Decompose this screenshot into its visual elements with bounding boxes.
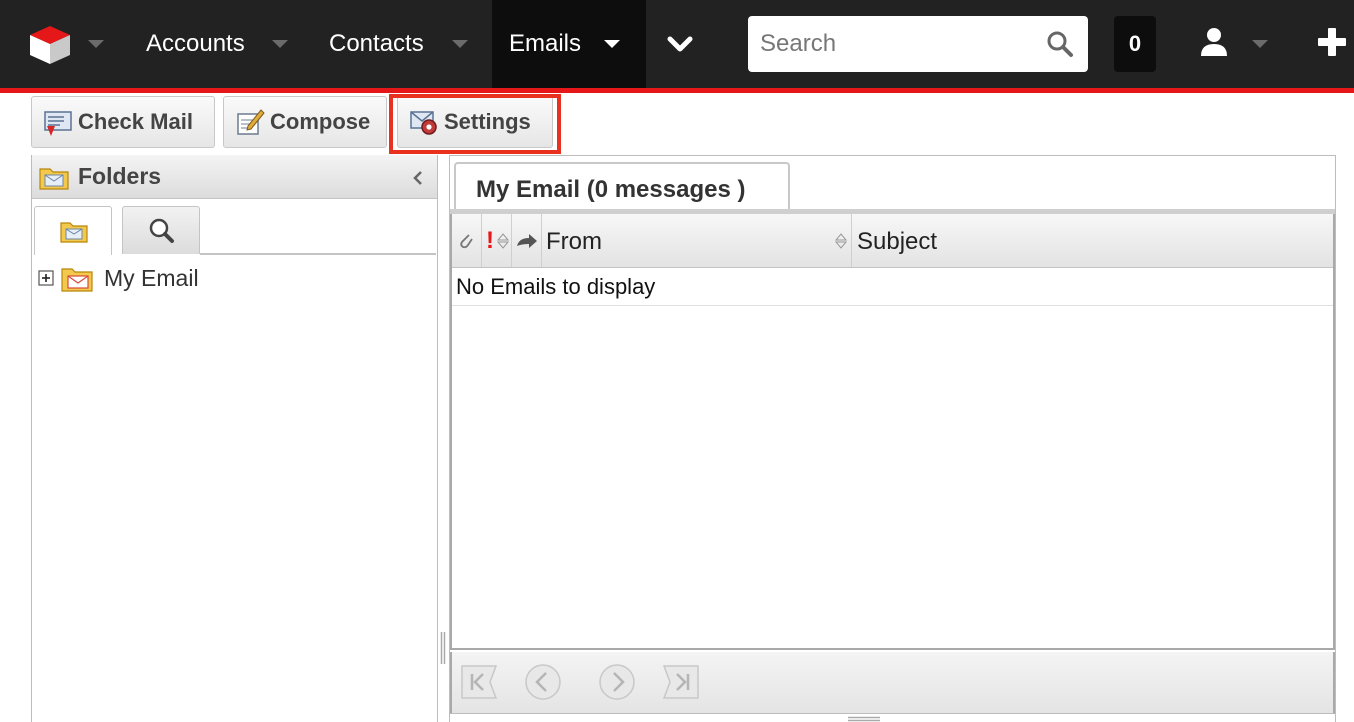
tree-item-my-email[interactable]: My Email (38, 261, 199, 295)
user-dropdown-caret[interactable] (1252, 40, 1268, 48)
nav-item-accounts[interactable]: Accounts (130, 0, 300, 88)
nav-item-contacts[interactable]: Contacts (312, 0, 480, 88)
next-page-icon[interactable] (594, 662, 640, 702)
tab-folders[interactable] (34, 206, 112, 255)
sort-icon (496, 233, 510, 249)
empty-message: No Emails to display (456, 274, 656, 299)
nav-accent-line (0, 88, 1354, 93)
email-content-panel: My Email (0 messages ) ! From Subject No… (449, 155, 1336, 722)
tab-my-email-label: My Email (0 messages ) (476, 176, 746, 203)
nav-item-accounts-label: Accounts (146, 30, 245, 57)
column-from-label: From (546, 228, 602, 255)
folders-panel: Folders My Email (31, 155, 438, 722)
folders-header: Folders (32, 155, 437, 199)
tab-my-email[interactable]: My Email (0 messages ) (454, 162, 790, 214)
column-reply-status[interactable] (512, 214, 542, 267)
compose-icon (237, 109, 265, 135)
nav-item-contacts-label: Contacts (329, 30, 424, 57)
grid-header: ! From Subject (452, 214, 1333, 268)
attachment-icon (460, 234, 473, 249)
sugarcrm-cube-icon[interactable] (28, 24, 72, 66)
last-page-icon[interactable] (658, 662, 704, 702)
resize-grip-icon[interactable] (848, 716, 880, 722)
global-search (748, 16, 1088, 72)
previous-page-icon[interactable] (520, 662, 566, 702)
nav-item-emails-label: Emails (509, 30, 582, 57)
top-navbar: Accounts Contacts Emails 0 (0, 0, 1354, 88)
column-attachment[interactable] (452, 214, 482, 267)
contacts-dropdown-caret[interactable] (452, 40, 468, 48)
check-mail-icon (44, 111, 72, 136)
notifications-badge[interactable]: 0 (1114, 16, 1156, 72)
empty-message-row: No Emails to display (452, 268, 1333, 306)
column-priority[interactable]: ! (482, 214, 512, 267)
search-icon (149, 218, 174, 243)
splitter-grip-icon[interactable] (440, 632, 446, 664)
compose-label: Compose (270, 109, 371, 134)
first-page-icon[interactable] (456, 662, 502, 702)
column-subject[interactable]: Subject (852, 214, 1333, 267)
priority-icon: ! (486, 227, 494, 254)
tab-strip-divider (200, 253, 436, 255)
search-input[interactable] (760, 28, 1040, 60)
folder-icon (39, 168, 69, 190)
plus-icon[interactable] (1316, 26, 1348, 58)
email-list-grid: ! From Subject No Emails to display (450, 214, 1335, 650)
tree-item-label: My Email (104, 264, 199, 291)
settings-highlight-box (389, 94, 561, 154)
column-subject-label: Subject (857, 228, 938, 255)
compose-button[interactable]: Compose (223, 96, 387, 148)
search-icon[interactable] (1046, 30, 1074, 58)
logo-dropdown-caret[interactable] (88, 40, 104, 48)
reply-status-icon (517, 234, 537, 248)
chevron-down-icon[interactable] (666, 34, 694, 56)
user-icon[interactable] (1198, 26, 1230, 58)
tab-search[interactable] (122, 206, 200, 254)
pagination-bar (450, 652, 1335, 714)
folder-icon (60, 222, 88, 243)
emails-dropdown-caret[interactable] (604, 40, 620, 48)
check-mail-label: Check Mail (78, 109, 193, 134)
sort-icon (834, 233, 848, 249)
plus-box-icon[interactable] (38, 270, 54, 286)
email-folder-icon (61, 268, 93, 292)
column-from[interactable]: From (542, 214, 852, 267)
folders-title: Folders (78, 163, 162, 189)
accounts-dropdown-caret[interactable] (272, 40, 288, 48)
chevron-left-icon[interactable] (411, 169, 425, 187)
check-mail-button[interactable]: Check Mail (31, 96, 215, 148)
nav-item-emails[interactable]: Emails (492, 0, 646, 88)
